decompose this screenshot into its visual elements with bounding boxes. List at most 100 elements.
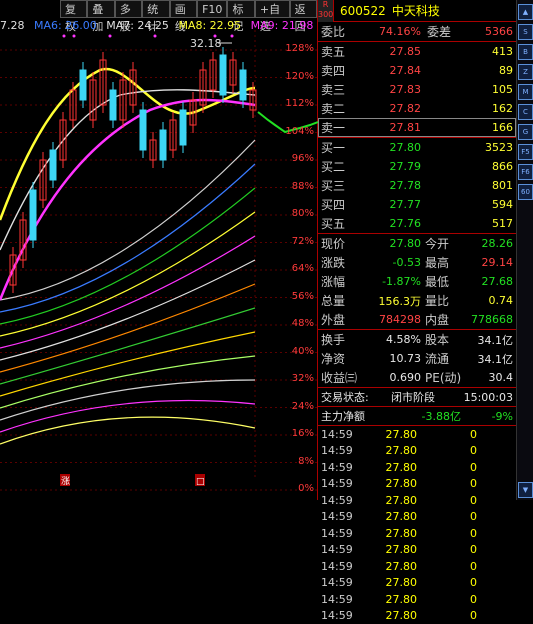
tick-row: 14:5927.800 [318, 542, 516, 559]
bid-row[interactable]: 买五27.76517 [318, 214, 516, 233]
stat-row: 涨跌-0.53最高29.14 [318, 253, 516, 272]
chart-toolbar: 复权 叠加 多股 统计 画线 F10 标记 +自选 返回 [60, 0, 317, 18]
ask-row[interactable]: 卖三27.83105 [318, 80, 516, 99]
ask-volume: 166 [421, 121, 513, 134]
percent-axis-label: 8% [283, 456, 317, 467]
tick-row: 14:5927.800 [318, 459, 516, 476]
stat-row: 涨幅-1.87%最低27.68 [318, 272, 516, 291]
toolstrip-button-C[interactable]: C [518, 104, 533, 120]
tick-volume: 0 [417, 543, 477, 556]
event-dot [109, 35, 112, 38]
toolbar-fuquan-button[interactable]: 复权 [60, 0, 87, 18]
candle-body [110, 90, 116, 120]
toolstrip-button-Z[interactable]: Z [518, 64, 533, 80]
stat-value: 156.3万 [359, 293, 421, 309]
tick-volume: 0 [417, 444, 477, 457]
event-marker-label: □ [196, 477, 205, 487]
ma-curve [0, 308, 255, 384]
bid-row[interactable]: 买四27.77594 [318, 195, 516, 214]
percent-axis-label: 0% [283, 483, 317, 494]
toolstrip-button-F6[interactable]: F6 [518, 164, 533, 180]
toolstrip-button-G[interactable]: G [518, 124, 533, 140]
stock-name[interactable]: 中天科技 [392, 2, 440, 19]
stock-titlebar: R300 600522 中天科技 [318, 0, 516, 22]
stat-label: 今开 [425, 235, 463, 252]
toolbar-f10-button[interactable]: F10 [197, 0, 227, 18]
stat-label: 内盘 [425, 311, 463, 328]
tick-price: 27.80 [377, 527, 417, 540]
tick-price: 27.80 [377, 543, 417, 556]
ask-price: 27.82 [359, 102, 421, 115]
bid-label: 买二 [321, 158, 359, 175]
toolstrip-button-M[interactable]: M [518, 84, 533, 100]
kline-chart[interactable]: 32.18涨□ 复权 叠加 多股 统计 画线 F10 标记 +自选 返回 7.2… [0, 0, 318, 500]
stat-label: 净资 [321, 350, 359, 367]
toolbar-overlay-button[interactable]: 叠加 [87, 0, 114, 18]
toolstrip-button-F5[interactable]: F5 [518, 144, 533, 160]
stat-label: 换手 [321, 331, 359, 348]
ma8-value: MA8: 22.95 [178, 19, 241, 32]
bid-row[interactable]: 买一27.803523 [318, 138, 516, 157]
ma-legend: 7.28 MA6: 26.00 MA7: 24.25 MA8: 22.95 MA… [0, 19, 319, 32]
stat-label: 最高 [425, 254, 463, 271]
stat-value: 28.26 [463, 237, 513, 250]
stat-label: 流通 [425, 350, 463, 367]
ask-row[interactable]: 卖四27.8489 [318, 61, 516, 80]
stat-label: 涨幅 [321, 273, 359, 290]
toolbar-stats-button[interactable]: 统计 [142, 0, 169, 18]
tick-row: 14:5927.800 [318, 476, 516, 493]
netflow-label: 主力净额 [321, 408, 391, 424]
candle-body [50, 150, 56, 180]
toolstrip-button-60[interactable]: 60 [518, 184, 533, 200]
netflow-row[interactable]: 主力净额 -3.88亿 -9% [318, 406, 516, 425]
tick-list[interactable]: 14:5927.80014:5927.80014:5927.80014:5927… [318, 425, 516, 624]
stat-label: 外盘 [321, 311, 359, 328]
stat-row: 收益㈢0.690PE(动)30.4 [318, 368, 516, 387]
ask-volume: 105 [421, 83, 513, 96]
bid-label: 买一 [321, 139, 359, 156]
toolbar-mark-button[interactable]: 标记 [227, 0, 254, 18]
toolbar-add-watchlist-button[interactable]: +自选 [255, 0, 290, 18]
ask-volume: 413 [421, 45, 513, 58]
ma-curve [0, 380, 255, 420]
toolstrip-button-S[interactable]: S [518, 24, 533, 40]
tick-volume: 0 [417, 428, 477, 441]
peak-price-label: 32.18 [190, 37, 222, 50]
stat-label: 现价 [321, 235, 359, 252]
kline-canvas: 32.18涨□ [0, 0, 318, 500]
toolbar-multistock-button[interactable]: 多股 [115, 0, 142, 18]
bid-row[interactable]: 买二27.79866 [318, 157, 516, 176]
toolstrip-button-up[interactable]: ▲ [518, 4, 533, 20]
candle-body [160, 130, 166, 160]
stat-label: 总量 [321, 292, 359, 309]
stock-code[interactable]: 600522 [340, 4, 386, 18]
toolstrip-button-B[interactable]: B [518, 44, 533, 60]
order-ratio-row: 委比 74.16% 委差 5366 [318, 22, 516, 41]
stat-value: 29.14 [463, 256, 513, 269]
tick-volume: 0 [417, 576, 477, 589]
toolbar-back-button[interactable]: 返回 [290, 0, 317, 18]
percent-axis-label: 80% [283, 208, 317, 219]
ask-label: 卖一 [321, 119, 359, 136]
tick-time: 14:59 [321, 494, 377, 507]
percent-axis-label: 48% [283, 318, 317, 329]
percent-axis-label: 64% [283, 263, 317, 274]
tick-time: 14:59 [321, 560, 377, 573]
bid-row[interactable]: 买三27.78801 [318, 176, 516, 195]
trade-status-value: 闭市阶段 [391, 389, 451, 405]
quote-panel: R300 600522 中天科技 委比 74.16% 委差 5366 卖五27.… [318, 0, 516, 500]
ask-row[interactable]: 卖二27.82162 [318, 99, 516, 118]
ask-row[interactable]: 卖五27.85413 [318, 42, 516, 61]
toolbar-draw-button[interactable]: 画线 [170, 0, 197, 18]
ask-row[interactable]: 卖一27.81166 [318, 118, 516, 137]
percent-axis-label: 120% [283, 71, 317, 82]
netflow-value: -3.88亿 [391, 408, 461, 424]
toolstrip-button-dn[interactable]: ▼ [518, 482, 533, 498]
tick-volume: 0 [417, 593, 477, 606]
ma-white-line [0, 90, 255, 250]
tick-time: 14:59 [321, 510, 377, 523]
bid-volume: 801 [421, 179, 513, 192]
tick-row: 14:5927.800 [318, 492, 516, 509]
stat-value: 27.68 [463, 275, 513, 288]
tick-price: 27.80 [377, 576, 417, 589]
